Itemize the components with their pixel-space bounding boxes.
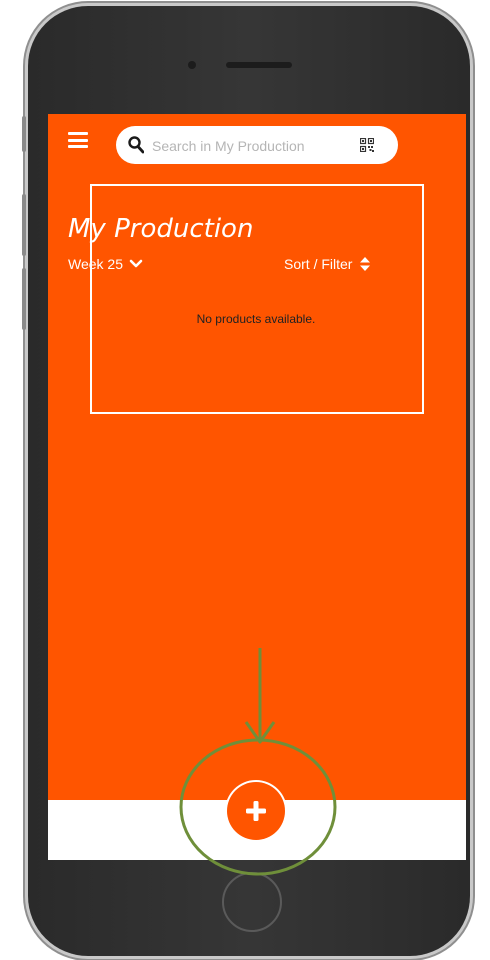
plus-icon bbox=[246, 801, 266, 821]
sort-filter-label: Sort / Filter bbox=[284, 256, 353, 272]
sort-icon bbox=[360, 257, 371, 271]
volume-up-button bbox=[22, 194, 26, 256]
mute-switch bbox=[22, 116, 26, 152]
top-bar bbox=[48, 114, 466, 174]
app-screen: My Production Week 25 Sort / Filter No p… bbox=[48, 114, 466, 860]
front-camera bbox=[188, 61, 196, 69]
empty-state-message: No products available. bbox=[196, 312, 316, 326]
phone-frame: My Production Week 25 Sort / Filter No p… bbox=[22, 6, 470, 956]
week-selector[interactable]: Week 25 bbox=[68, 254, 143, 274]
add-product-button[interactable] bbox=[227, 782, 285, 840]
search-input[interactable] bbox=[150, 134, 354, 158]
chevron-down-icon bbox=[129, 259, 143, 268]
search-icon bbox=[128, 136, 144, 154]
search-bar[interactable] bbox=[116, 126, 398, 164]
qr-code-icon[interactable] bbox=[360, 138, 374, 152]
earpiece-speaker bbox=[226, 62, 292, 68]
week-label: Week 25 bbox=[68, 256, 123, 272]
page-title: My Production bbox=[68, 214, 254, 244]
volume-down-button bbox=[22, 268, 26, 330]
sort-filter-button[interactable]: Sort / Filter bbox=[284, 254, 371, 274]
home-button[interactable] bbox=[222, 872, 282, 932]
hamburger-icon[interactable] bbox=[68, 132, 88, 148]
